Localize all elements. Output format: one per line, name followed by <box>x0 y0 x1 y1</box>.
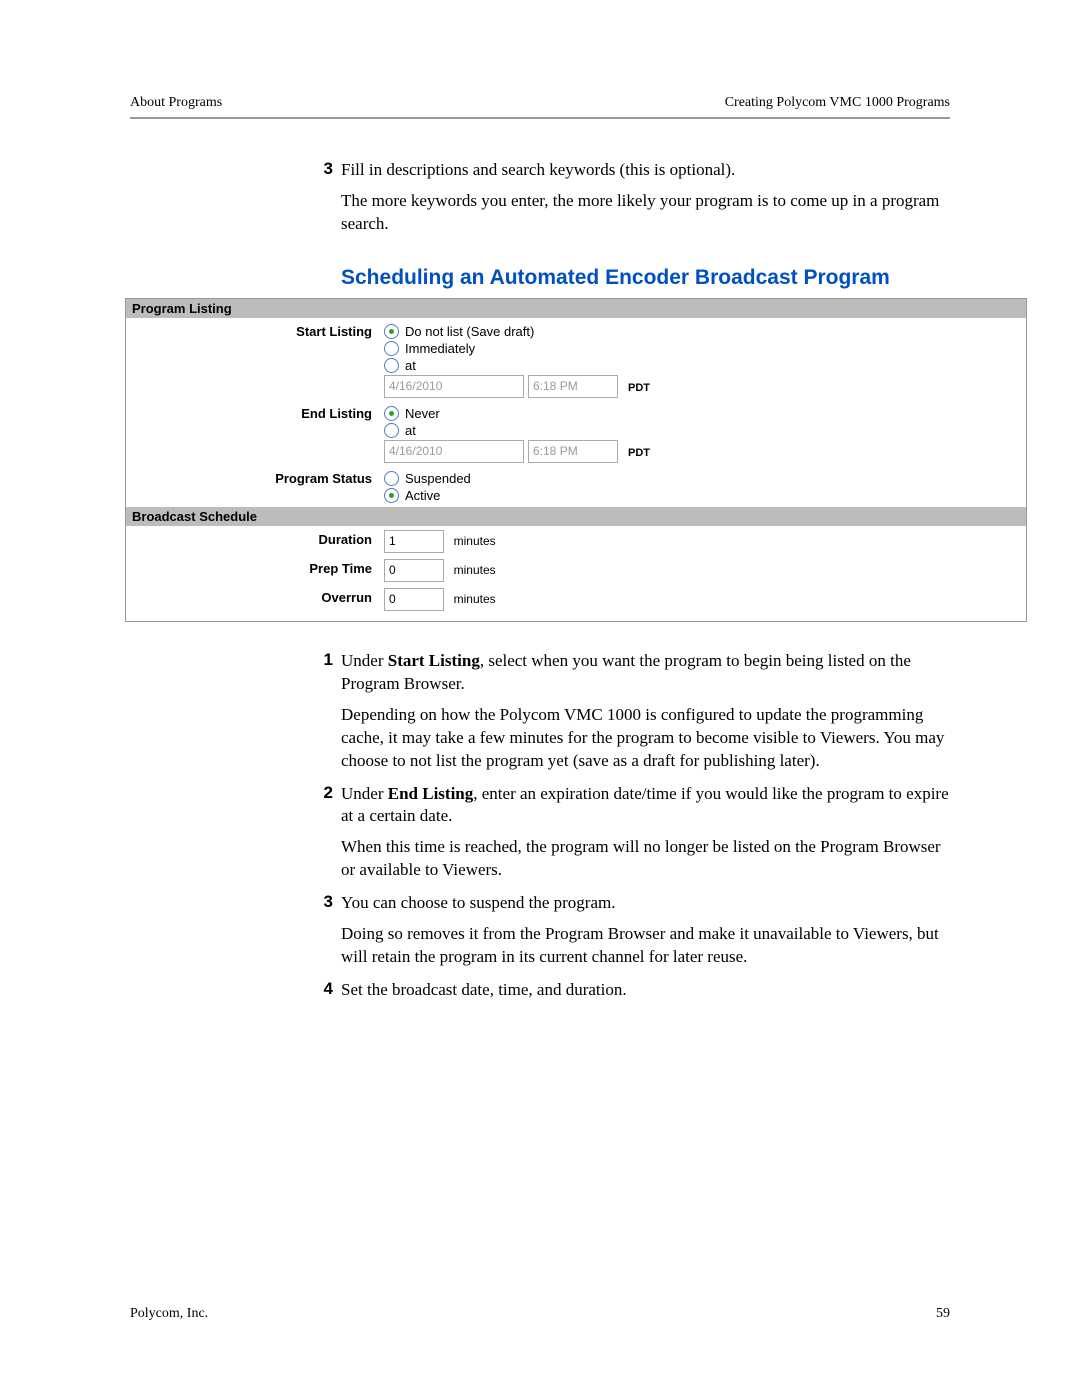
radio-icon <box>384 488 399 503</box>
form-screenshot: Program Listing Start Listing Do not lis… <box>125 298 1027 622</box>
step-3-para: Doing so removes it from the Program Bro… <box>341 923 950 969</box>
overrun-label: Overrun <box>132 588 384 611</box>
end-listing-label: End Listing <box>132 404 384 463</box>
step-1-para: Depending on how the Polycom VMC 1000 is… <box>341 704 950 773</box>
page-footer: Polycom, Inc. 59 <box>130 1306 950 1322</box>
end-listing-at[interactable]: at <box>384 423 1020 438</box>
prep-time-unit: minutes <box>448 563 496 577</box>
step-text: Set the broadcast date, time, and durati… <box>341 979 627 1002</box>
radio-label: Immediately <box>405 341 475 356</box>
overrun-input[interactable] <box>384 588 444 611</box>
start-listing-time-input[interactable] <box>528 375 618 398</box>
intro-step-3: 3 Fill in descriptions and search keywor… <box>305 159 950 182</box>
step-1: 1 Under Start Listing, select when you w… <box>305 650 950 696</box>
step-number: 3 <box>305 892 341 915</box>
radio-label: at <box>405 358 416 373</box>
step-text: Under Start Listing, select when you wan… <box>341 650 950 696</box>
step-number: 2 <box>305 783 341 829</box>
start-listing-label: Start Listing <box>132 322 384 398</box>
radio-icon <box>384 406 399 421</box>
start-listing-date-input[interactable] <box>384 375 524 398</box>
program-listing-header: Program Listing <box>126 299 1026 318</box>
radio-icon <box>384 423 399 438</box>
program-status-active[interactable]: Active <box>384 488 1020 503</box>
program-status-suspended[interactable]: Suspended <box>384 471 1020 486</box>
prep-time-input[interactable] <box>384 559 444 582</box>
footer-left: Polycom, Inc. <box>130 1306 208 1322</box>
text-part: Under <box>341 784 388 803</box>
program-status-label: Program Status <box>132 469 384 505</box>
page-header: About Programs Creating Polycom VMC 1000… <box>130 95 950 119</box>
start-listing-no-list[interactable]: Do not list (Save draft) <box>384 324 1020 339</box>
text-part: Under <box>341 651 388 670</box>
duration-unit: minutes <box>448 534 496 548</box>
radio-icon <box>384 324 399 339</box>
radio-icon <box>384 358 399 373</box>
step-text: You can choose to suspend the program. <box>341 892 615 915</box>
step-number: 1 <box>305 650 341 696</box>
duration-label: Duration <box>132 530 384 553</box>
footer-page-number: 59 <box>936 1306 950 1322</box>
step-2-para: When this time is reached, the program w… <box>341 836 950 882</box>
overrun-unit: minutes <box>448 592 496 606</box>
step-4: 4 Set the broadcast date, time, and dura… <box>305 979 950 1002</box>
section-title: Scheduling an Automated Encoder Broadcas… <box>341 266 950 290</box>
step-number: 4 <box>305 979 341 1002</box>
start-listing-at[interactable]: at <box>384 358 1020 373</box>
radio-icon <box>384 341 399 356</box>
radio-label: at <box>405 423 416 438</box>
text-bold: End Listing <box>388 784 474 803</box>
radio-label: Do not list (Save draft) <box>405 324 534 339</box>
start-listing-immediately[interactable]: Immediately <box>384 341 1020 356</box>
intro-step-3-para: The more keywords you enter, the more li… <box>341 190 950 236</box>
prep-time-label: Prep Time <box>132 559 384 582</box>
step-text: Fill in descriptions and search keywords… <box>341 159 735 182</box>
header-left: About Programs <box>130 95 222 111</box>
step-number: 3 <box>305 159 341 182</box>
start-listing-tz: PDT <box>622 379 654 394</box>
radio-icon <box>384 471 399 486</box>
header-right: Creating Polycom VMC 1000 Programs <box>725 95 950 111</box>
end-listing-date-input[interactable] <box>384 440 524 463</box>
step-text: Under End Listing, enter an expiration d… <box>341 783 950 829</box>
duration-input[interactable] <box>384 530 444 553</box>
end-listing-never[interactable]: Never <box>384 406 1020 421</box>
text-bold: Start Listing <box>388 651 480 670</box>
broadcast-schedule-header: Broadcast Schedule <box>126 507 1026 526</box>
radio-label: Suspended <box>405 471 471 486</box>
end-listing-tz: PDT <box>622 444 654 459</box>
step-3: 3 You can choose to suspend the program. <box>305 892 950 915</box>
radio-label: Never <box>405 406 440 421</box>
radio-label: Active <box>405 488 440 503</box>
end-listing-time-input[interactable] <box>528 440 618 463</box>
step-2: 2 Under End Listing, enter an expiration… <box>305 783 950 829</box>
